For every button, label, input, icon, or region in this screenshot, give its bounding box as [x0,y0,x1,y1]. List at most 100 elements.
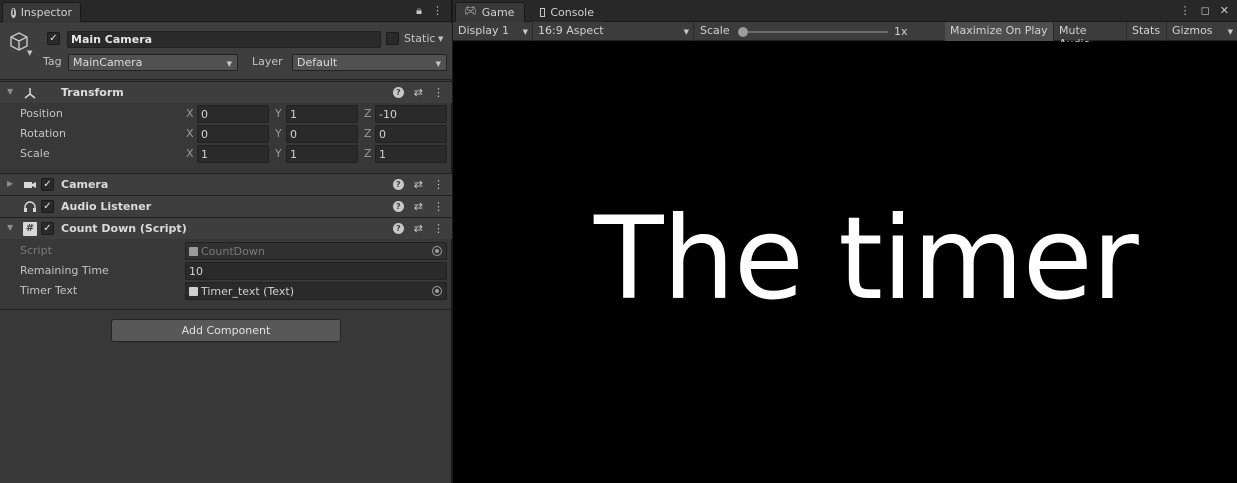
timer-text-value: Timer_text (Text) [201,285,294,298]
axis-z-label[interactable]: Z [364,107,372,120]
component-actions: ? ⇄ ⋮ [392,178,444,191]
rotation-label: Rotation [20,127,67,140]
game-viewport[interactable]: The timer [453,42,1237,483]
static-checkbox[interactable] [386,32,399,45]
axis-y-label[interactable]: Y [275,147,282,160]
add-component-button[interactable]: Add Component [111,319,341,342]
axis-x-label[interactable]: X [186,127,194,140]
headphones-icon [24,201,36,212]
gameobject-name-field[interactable]: Main Camera [67,31,381,48]
script-value: CountDown [201,245,265,258]
audio-listener-title: Audio Listener [61,200,152,213]
audio-listener-header[interactable]: ✓ Audio Listener ? ⇄ ⋮ [0,195,452,217]
foldout-arrow-icon[interactable]: ▶ [7,179,13,188]
tab-inspector-label: Inspector [20,6,72,19]
mute-audio-toggle[interactable]: Mute Audio [1054,22,1127,50]
foldout-arrow-icon[interactable]: ▼ [7,87,13,96]
kebab-menu-icon[interactable]: ⋮ [1180,4,1191,17]
timer-text-row: Timer Text Timer_text (Text) [0,281,452,301]
game-toolbar: Display 1 ▼ 16:9 Aspect ▼ Scale 1x Maxim… [453,22,1237,50]
timer-text: The timer [594,192,1139,325]
tab-inspector[interactable]: i Inspector [2,2,81,22]
transform-header[interactable]: ▼ Transform ? ⇄ ⋮ [0,81,452,103]
chevron-down-icon: ▼ [522,28,528,36]
tag-value: MainCamera [73,56,143,69]
display-value: Display 1 [458,24,510,37]
kebab-menu-icon[interactable]: ⋮ [433,222,444,235]
maximize-icon[interactable]: ◻ [1201,4,1210,17]
camera-header[interactable]: ▶ ✓ Camera ? ⇄ ⋮ [0,173,452,195]
presets-icon[interactable]: ⇄ [414,178,423,191]
scale-z-field[interactable]: 1 [375,145,447,163]
help-icon[interactable]: ? [392,223,404,234]
remaining-time-field[interactable]: 10 [185,262,447,280]
layer-dropdown[interactable]: Default ▼ [292,54,447,71]
kebab-menu-icon[interactable]: ⋮ [433,86,444,99]
inspector-tab-actions: 🔒︎ ⋮ [416,4,443,18]
axis-x-label[interactable]: X [186,147,194,160]
game-tab-actions: ⋮ ◻ ✕ [1180,4,1229,17]
stats-toggle[interactable]: Stats [1127,22,1167,41]
rotation-x-field[interactable]: 0 [197,125,269,143]
camera-icon [24,182,36,188]
icon-dropdown-arrow-icon[interactable]: ▼ [27,49,32,57]
foldout-arrow-icon[interactable]: ▼ [7,223,13,232]
maximize-on-play-toggle[interactable]: Maximize On Play [945,22,1054,41]
scale-slider-track[interactable] [743,31,888,33]
remaining-time-label: Remaining Time [20,264,109,277]
close-icon[interactable]: ✕ [1220,4,1229,17]
position-row: Position X 0 Y 1 Z -10 [0,104,452,124]
help-icon[interactable]: ? [392,201,404,212]
kebab-menu-icon[interactable]: ⋮ [433,200,444,213]
axis-y-label[interactable]: Y [275,127,282,140]
kebab-menu-icon[interactable]: ⋮ [433,178,444,191]
camera-enabled-checkbox[interactable]: ✓ [41,178,54,191]
camera-title: Camera [61,178,109,191]
rotation-y-field[interactable]: 0 [286,125,358,143]
tab-game[interactable]: 🎮︎ Game [455,2,525,22]
presets-icon[interactable]: ⇄ [414,86,423,99]
chevron-down-icon: ▼ [226,60,232,68]
presets-icon[interactable]: ⇄ [414,222,423,235]
tab-console[interactable]: Console [531,2,603,22]
display-dropdown[interactable]: Display 1 ▼ [453,22,533,41]
timer-text-label: Timer Text [20,284,78,297]
object-picker-icon[interactable] [432,286,442,296]
scale-value: 1x [894,25,908,38]
countdown-enabled-checkbox[interactable]: ✓ [41,222,54,235]
kebab-menu-icon[interactable]: ⋮ [432,4,443,18]
gizmos-label: Gizmos [1172,24,1213,37]
tag-dropdown[interactable]: MainCamera ▼ [68,54,238,71]
rotation-z-field[interactable]: 0 [375,125,447,143]
axis-z-label[interactable]: Z [364,127,372,140]
help-icon[interactable]: ? [392,179,404,190]
gamepad-icon: 🎮︎ [464,6,477,17]
chevron-down-icon: ▼ [1227,28,1233,36]
countdown-script-header[interactable]: ▼ # ✓ Count Down (Script) ? ⇄ ⋮ [0,217,452,239]
axis-x-label[interactable]: X [186,107,194,120]
scale-slider-thumb[interactable] [738,27,748,37]
static-label: Static [404,32,436,45]
scale-row: Scale X 1 Y 1 Z 1 [0,144,452,164]
presets-icon[interactable]: ⇄ [414,200,423,213]
axis-z-label[interactable]: Z [364,147,372,160]
position-x-field[interactable]: 0 [197,105,269,123]
gameobject-active-checkbox[interactable]: ✓ [47,32,60,45]
static-dropdown-arrow-icon[interactable]: ▼ [438,35,443,43]
audio-listener-enabled-checkbox[interactable]: ✓ [41,200,54,213]
scale-y-field[interactable]: 1 [286,145,358,163]
inspector-panel: i Inspector 🔒︎ ⋮ ▼ ✓ Main Camera Static … [0,0,452,483]
scale-x-field[interactable]: 1 [197,145,269,163]
timer-text-field[interactable]: Timer_text (Text) [185,282,447,300]
help-icon[interactable]: ? [392,87,404,98]
layer-value: Default [297,56,338,69]
axis-y-label[interactable]: Y [275,107,282,120]
transform-title: Transform [61,86,124,99]
position-y-field[interactable]: 1 [286,105,358,123]
lock-icon[interactable]: 🔒︎ [416,4,422,18]
tab-game-label: Game [481,6,515,19]
aspect-dropdown[interactable]: 16:9 Aspect ▼ [533,22,694,41]
position-z-field[interactable]: -10 [375,105,447,123]
tab-console-label: Console [550,6,594,19]
gizmos-dropdown[interactable]: Gizmos ▼ [1167,22,1237,41]
